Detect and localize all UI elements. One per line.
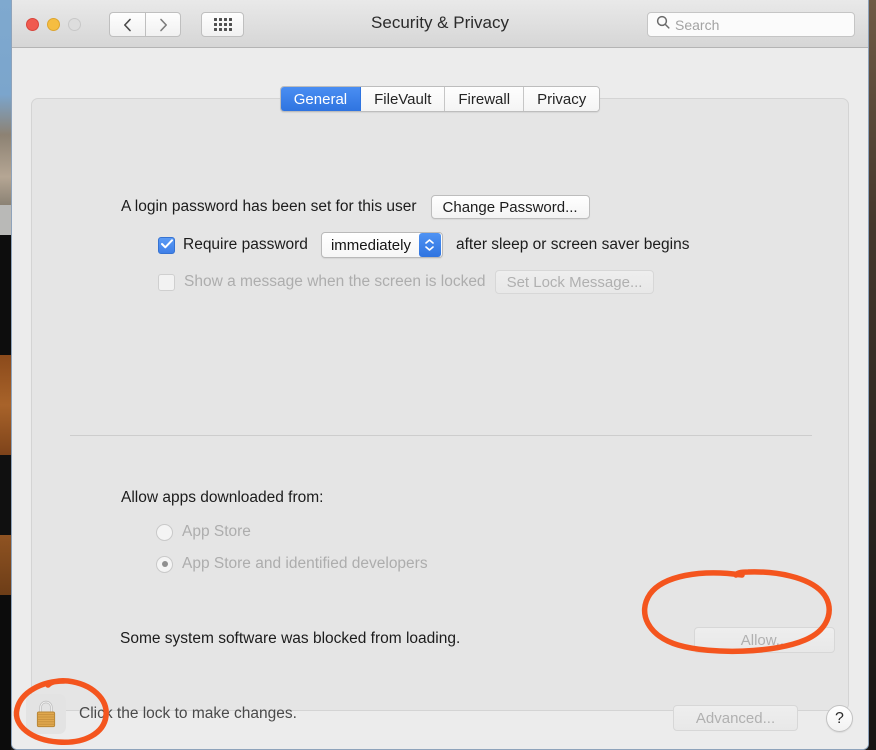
window-titlebar: Security & Privacy Search <box>12 0 868 48</box>
tab-group: General FileVault Firewall Privacy <box>279 86 601 112</box>
tab-firewall[interactable]: Firewall <box>445 87 525 111</box>
radio-button-selected-icon <box>156 555 173 573</box>
blocked-software-label: Some system software was blocked from lo… <box>120 630 461 647</box>
show-message-checkbox[interactable] <box>158 273 175 291</box>
security-privacy-window: Security & Privacy Search General FileVa… <box>11 0 869 750</box>
change-password-button[interactable]: Change Password... <box>430 195 590 219</box>
tab-general[interactable]: General <box>280 87 362 111</box>
show-message-label: Show a message when the screen is locked <box>184 273 486 290</box>
stepper-arrows-icon[interactable] <box>418 233 441 257</box>
tab-filevault[interactable]: FileVault <box>361 87 446 111</box>
advanced-button[interactable]: Advanced... <box>673 705 798 731</box>
search-placeholder: Search <box>675 16 720 33</box>
desktop-strip <box>0 595 11 750</box>
closed-padlock-icon[interactable] <box>26 694 66 734</box>
checkmark-icon <box>160 236 173 254</box>
desktop-strip <box>0 455 11 535</box>
window-body: General FileVault Firewall Privacy A log… <box>12 48 868 749</box>
help-button[interactable]: ? <box>826 705 853 732</box>
set-lock-message-button[interactable]: Set Lock Message... <box>494 270 655 294</box>
general-settings-panel: A login password has been set for this u… <box>31 98 849 711</box>
radio-app-store-label: App Store <box>182 523 251 540</box>
desktop-strip-right <box>869 0 876 750</box>
lock-caption: Click the lock to make changes. <box>79 705 297 722</box>
require-delay-select[interactable]: immediately <box>320 232 443 258</box>
radio-app-store-and-identified-developers[interactable]: App Store and identified developers <box>156 555 428 573</box>
require-password-checkbox[interactable] <box>158 236 175 254</box>
radio-button-unselected-icon <box>156 523 173 541</box>
radio-identified-developers-label: App Store and identified developers <box>182 555 428 572</box>
require-password-suffix-label: after sleep or screen saver begins <box>455 236 690 253</box>
desktop-strip <box>0 135 11 205</box>
desktop-background: Security & Privacy Search General FileVa… <box>0 0 876 750</box>
radio-app-store[interactable]: App Store <box>156 523 251 541</box>
desktop-strip <box>0 0 11 135</box>
login-password-label: A login password has been set for this u… <box>121 198 417 215</box>
require-password-label: Require password <box>183 236 308 253</box>
show-lock-message-row: Show a message when the screen is locked… <box>158 270 655 294</box>
tab-bar: General FileVault Firewall Privacy <box>12 86 868 112</box>
desktop-strip <box>0 355 11 455</box>
radio-dot <box>161 561 168 567</box>
lock-row: Click the lock to make changes. <box>26 694 297 734</box>
require-delay-value: immediately <box>330 236 411 254</box>
section-divider <box>70 435 812 436</box>
login-password-row: A login password has been set for this u… <box>121 195 590 219</box>
allow-apps-heading: Allow apps downloaded from: <box>121 489 324 506</box>
desktop-strip <box>0 235 11 355</box>
search-icon <box>656 15 670 34</box>
require-password-row: Require password immediately after sleep… <box>158 232 689 258</box>
tab-privacy[interactable]: Privacy <box>524 87 600 111</box>
allow-button[interactable]: Allow... <box>694 627 835 653</box>
desktop-strip <box>0 205 11 235</box>
blocked-software-row: Some system software was blocked from lo… <box>120 630 460 648</box>
desktop-strip <box>0 535 11 595</box>
search-field[interactable]: Search <box>647 12 855 37</box>
